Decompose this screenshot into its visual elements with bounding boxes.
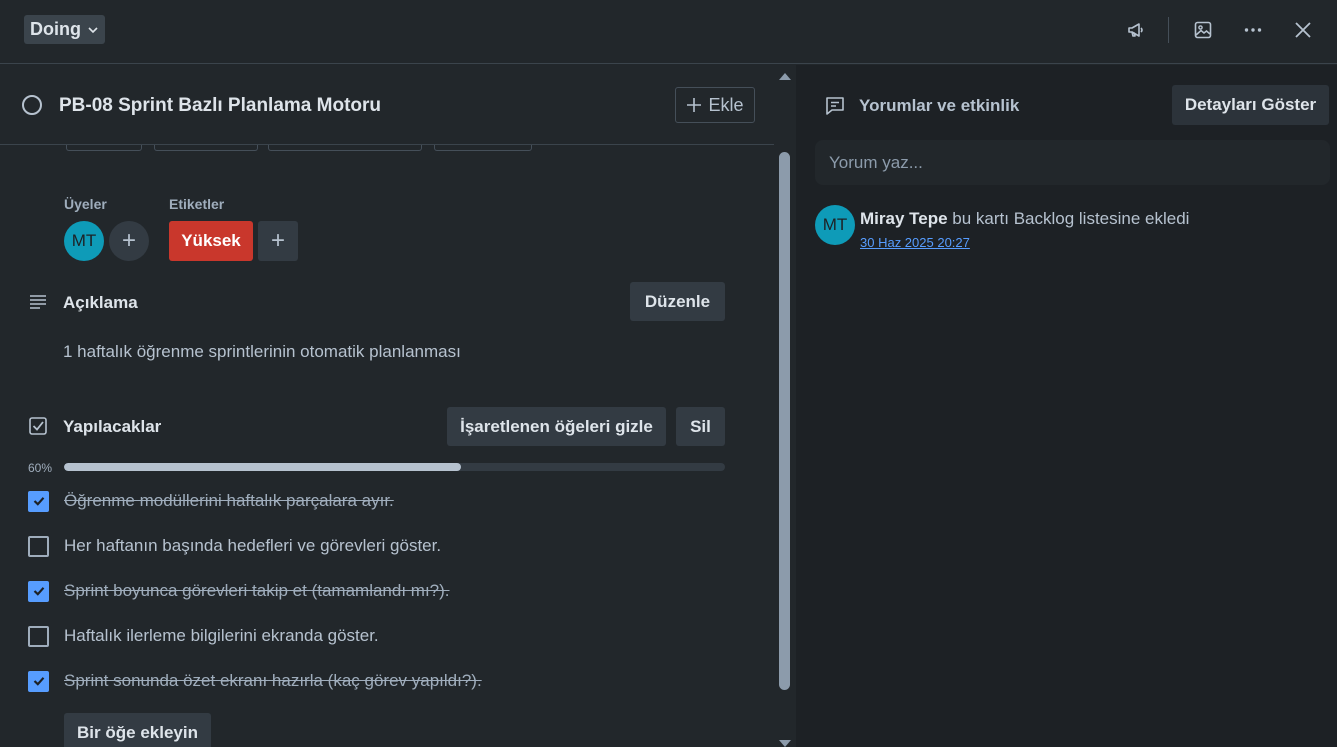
add-label-button[interactable]: + <box>258 221 298 261</box>
member-avatar[interactable]: MT <box>64 221 104 261</box>
checkbox-unchecked[interactable] <box>28 625 49 647</box>
activity-entry: Miray Tepe bu kartı Backlog listesine ek… <box>860 209 1189 229</box>
checkbox-checked[interactable] <box>28 670 49 692</box>
more-options-button[interactable] <box>1237 16 1269 44</box>
close-icon <box>1295 22 1311 38</box>
checklist-item-text[interactable]: Öğrenme modüllerini haftalık parçalara a… <box>64 491 394 511</box>
edit-description-button[interactable]: Düzenle <box>630 282 725 321</box>
more-icon <box>1244 28 1262 32</box>
checklist-item[interactable]: Öğrenme modüllerini haftalık parçalara a… <box>28 489 728 513</box>
checkmark-icon <box>33 497 44 506</box>
hide-checked-button[interactable]: İşaretlenen öğeleri gizle <box>447 407 666 446</box>
megaphone-button[interactable] <box>1120 16 1152 44</box>
chevron-down-icon <box>88 26 98 33</box>
add-member-button[interactable]: + <box>109 221 149 261</box>
checkmark-icon <box>33 587 44 596</box>
activity-user[interactable]: Miray Tepe <box>860 209 948 228</box>
members-label: Üyeler <box>64 196 107 212</box>
image-icon <box>1194 21 1212 39</box>
card-topbar: Doing <box>0 0 1337 64</box>
megaphone-icon <box>1128 23 1143 37</box>
checklist-title[interactable]: Yapılacaklar <box>63 417 161 437</box>
activity-title: Yorumlar ve etkinlik <box>859 96 1020 115</box>
checkmark-icon <box>33 677 44 686</box>
complete-toggle[interactable] <box>22 95 42 115</box>
card-title[interactable]: PB-08 Sprint Bazlı Planlama Motoru <box>59 95 381 117</box>
add-item-button[interactable]: Bir öğe ekleyin <box>64 713 211 747</box>
delete-checklist-button[interactable]: Sil <box>676 407 725 446</box>
label-chip[interactable]: Yüksek <box>169 221 253 261</box>
activity-timestamp-link[interactable]: 30 Haz 2025 20:27 <box>860 235 970 250</box>
scrolled-row-fragment <box>66 145 142 151</box>
description-text[interactable]: 1 haftalık öğrenme sprintlerinin otomati… <box>63 342 461 362</box>
scrollbar-thumb[interactable] <box>779 152 790 690</box>
toolbar-divider <box>1168 17 1169 43</box>
comment-icon <box>826 97 844 115</box>
checklist-item[interactable]: Haftalık ilerleme bilgilerini ekranda gö… <box>28 624 728 648</box>
labels-label: Etiketler <box>169 196 225 212</box>
checklist-item[interactable]: Her haftanın başında hedefleri ve görevl… <box>28 534 728 558</box>
activity-avatar[interactable]: MT <box>815 205 855 245</box>
checklist-item[interactable]: Sprint boyunca görevleri takip et (tamam… <box>28 579 728 603</box>
cover-image-button[interactable] <box>1187 16 1219 44</box>
checkbox-unchecked[interactable] <box>28 535 49 557</box>
comment-input[interactable] <box>815 140 1330 185</box>
list-select-dropdown[interactable]: Doing <box>24 15 105 44</box>
plus-icon <box>687 98 702 112</box>
scroll-down-arrow[interactable] <box>779 740 791 747</box>
scrolled-row-fragment <box>154 145 258 151</box>
checkbox-checked[interactable] <box>28 580 49 602</box>
card-header: PB-08 Sprint Bazlı Planlama Motoru Ekle <box>0 65 774 145</box>
checklist-item-text[interactable]: Her haftanın başında hedefleri ve görevl… <box>64 536 441 556</box>
list-select-label: Doing <box>30 19 81 39</box>
add-button-label: Ekle <box>708 94 744 115</box>
checklist-item[interactable]: Sprint sonunda özet ekranı hazırla (kaç … <box>28 669 728 693</box>
close-button[interactable] <box>1287 16 1319 44</box>
checkbox-checked[interactable] <box>28 490 49 512</box>
progress-percent: 60% <box>28 461 53 475</box>
checklist-icon <box>29 417 47 435</box>
scrolled-row-fragment <box>268 145 422 151</box>
scroll-up-arrow[interactable] <box>779 73 791 80</box>
checklist-item-text[interactable]: Sprint boyunca görevleri takip et (tamam… <box>64 581 450 601</box>
scrolled-row-fragment <box>434 145 532 151</box>
progress-bar-fill <box>64 463 461 471</box>
activity-action: bu kartı Backlog listesine ekledi <box>947 209 1190 228</box>
show-details-button[interactable]: Detayları Göster <box>1172 85 1329 125</box>
checklist-item-text[interactable]: Sprint sonunda özet ekranı hazırla (kaç … <box>64 671 482 691</box>
top-actions <box>1102 16 1319 44</box>
description-icon <box>30 295 46 309</box>
add-button[interactable]: Ekle <box>675 87 755 123</box>
checklist-item-text[interactable]: Haftalık ilerleme bilgilerini ekranda gö… <box>64 626 379 646</box>
description-title: Açıklama <box>63 293 138 312</box>
progress-bar <box>64 463 725 471</box>
